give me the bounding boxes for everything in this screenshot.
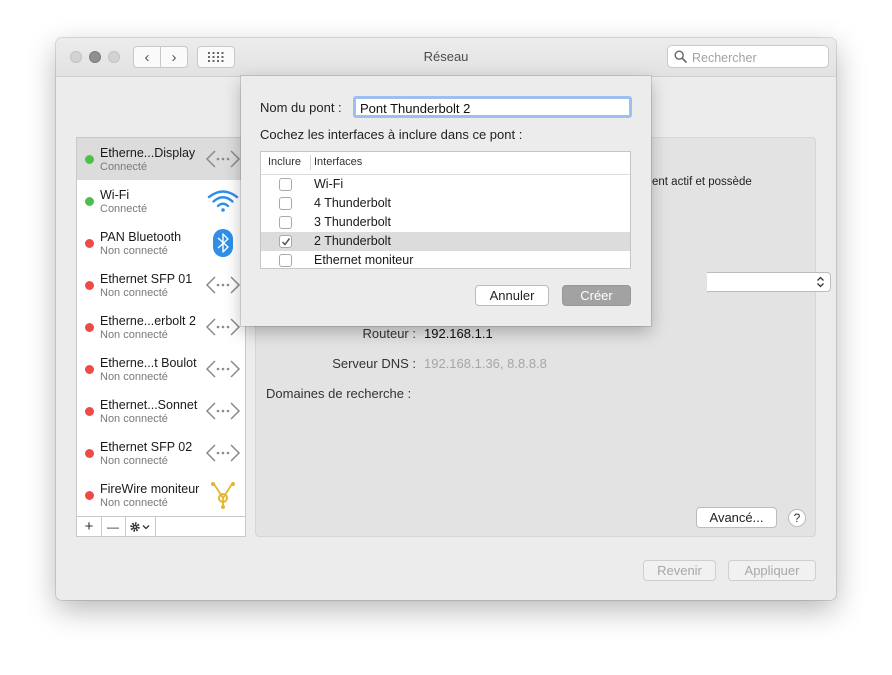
status-dot [85,365,94,374]
service-item[interactable]: Etherne...t Boulot Non connecté [77,348,245,390]
service-status: Non connecté [100,329,168,341]
remove-service-button[interactable]: — [101,517,126,536]
ethernet-icon [205,150,241,168]
service-item[interactable]: PAN Bluetooth Non connecté [77,222,245,264]
service-name: Wi-Fi [100,188,130,202]
interface-name: Ethernet moniteur [314,253,414,267]
bridge-name-field[interactable] [353,96,632,118]
column-include[interactable]: Inclure [268,156,301,168]
status-dot [85,323,94,332]
service-name: PAN Bluetooth [100,230,182,244]
create-button[interactable]: Créer [562,285,631,306]
router-label: Routeur : [362,326,416,341]
include-checkbox[interactable] [279,178,292,191]
search-field[interactable] [667,45,829,68]
service-status: Non connecté [100,497,168,509]
service-list[interactable]: Etherne...Display Connecté Wi-Fi Connect… [76,137,246,537]
dns-label: Serveur DNS : [332,356,416,371]
status-description: ent actif et possède [652,176,752,188]
table-row[interactable]: 2 Thunderbolt [261,232,630,251]
interface-name: 2 Thunderbolt [314,234,391,248]
interface-name: 3 Thunderbolt [314,215,391,229]
table-row[interactable]: 4 Thunderbolt [261,194,630,213]
service-name: FireWire moniteur [100,482,200,496]
ethernet-icon [205,402,241,420]
service-status: Connecté [100,203,148,215]
column-separator [310,155,311,170]
interface-name: 4 Thunderbolt [314,196,391,210]
service-item[interactable]: Ethernet SFP 01 Non connecté [77,264,245,306]
service-status: Non connecté [100,287,168,299]
action-menu-button[interactable] [125,517,156,536]
configure-popup[interactable] [707,272,831,292]
table-header: Inclure Interfaces [261,152,630,175]
service-item[interactable]: Etherne...Display Connecté [77,138,245,180]
service-status: Connecté [100,161,148,173]
bluetooth-icon [213,229,233,257]
include-checkbox[interactable] [279,197,292,210]
help-button[interactable]: ? [788,509,806,527]
service-item[interactable]: FireWire moniteur Non connecté [77,474,245,516]
status-dot [85,407,94,416]
dns-value: 192.168.1.36, 8.8.8.8 [424,356,547,371]
interfaces-table[interactable]: Inclure Interfaces Wi-Fi 4 Thunderbolt 3… [260,151,631,269]
service-list-toolbar: + — [76,516,246,537]
search-domains-label: Domaines de recherche : [266,386,412,401]
status-dot [85,155,94,164]
service-status: Non connecté [100,245,168,257]
title-bar: ‹ › Réseau [56,38,836,77]
ethernet-icon [205,318,241,336]
firewire-icon [211,482,235,509]
bridge-name-input[interactable] [358,99,632,117]
add-service-button[interactable]: + [77,517,102,536]
service-name: Ethernet SFP 02 [100,440,193,454]
service-name: Ethernet SFP 01 [100,272,193,286]
column-interfaces[interactable]: Interfaces [314,156,362,168]
cancel-button[interactable]: Annuler [475,285,549,306]
advanced-button[interactable]: Avancé... [696,507,777,528]
gear-icon [130,521,150,532]
service-status: Non connecté [100,455,168,467]
checkmark-icon [281,238,291,246]
service-name: Etherne...erbolt 2 [100,314,196,328]
status-dot [85,449,94,458]
service-item[interactable]: Wi-Fi Connecté [77,180,245,222]
interface-name: Wi-Fi [314,177,344,191]
instructions-text: Cochez les interfaces à inclure dans ce … [260,127,523,142]
service-item[interactable]: Ethernet...Sonnet Non connecté [77,390,245,432]
bridge-name-label: Nom du pont : [260,100,342,115]
table-row[interactable]: Wi-Fi [261,175,630,194]
service-name: Etherne...t Boulot [100,356,197,370]
search-input[interactable] [690,48,826,67]
service-item[interactable]: Ethernet SFP 02 Non connecté [77,432,245,474]
table-row[interactable]: 3 Thunderbolt [261,213,630,232]
status-dot [85,239,94,248]
ethernet-icon [205,444,241,462]
service-name: Ethernet...Sonnet [100,398,198,412]
wifi-icon [207,190,239,212]
service-name: Etherne...Display [100,146,196,160]
include-checkbox[interactable] [279,254,292,267]
include-checkbox[interactable] [279,216,292,229]
status-dot [85,197,94,206]
ethernet-icon [205,276,241,294]
popup-arrows-icon [817,276,824,288]
revert-button[interactable]: Revenir [643,560,716,581]
status-dot [85,281,94,290]
apply-button[interactable]: Appliquer [728,560,816,581]
router-value: 192.168.1.1 [424,326,493,341]
status-dot [85,491,94,500]
bridge-sheet: Nom du pont : Cochez les interfaces à in… [241,76,651,326]
table-row[interactable]: Ethernet moniteur [261,251,630,268]
ethernet-icon [205,360,241,378]
service-item[interactable]: Etherne...erbolt 2 Non connecté [77,306,245,348]
include-checkbox[interactable] [279,235,292,248]
search-icon [674,50,687,63]
service-status: Non connecté [100,371,168,383]
service-status: Non connecté [100,413,168,425]
